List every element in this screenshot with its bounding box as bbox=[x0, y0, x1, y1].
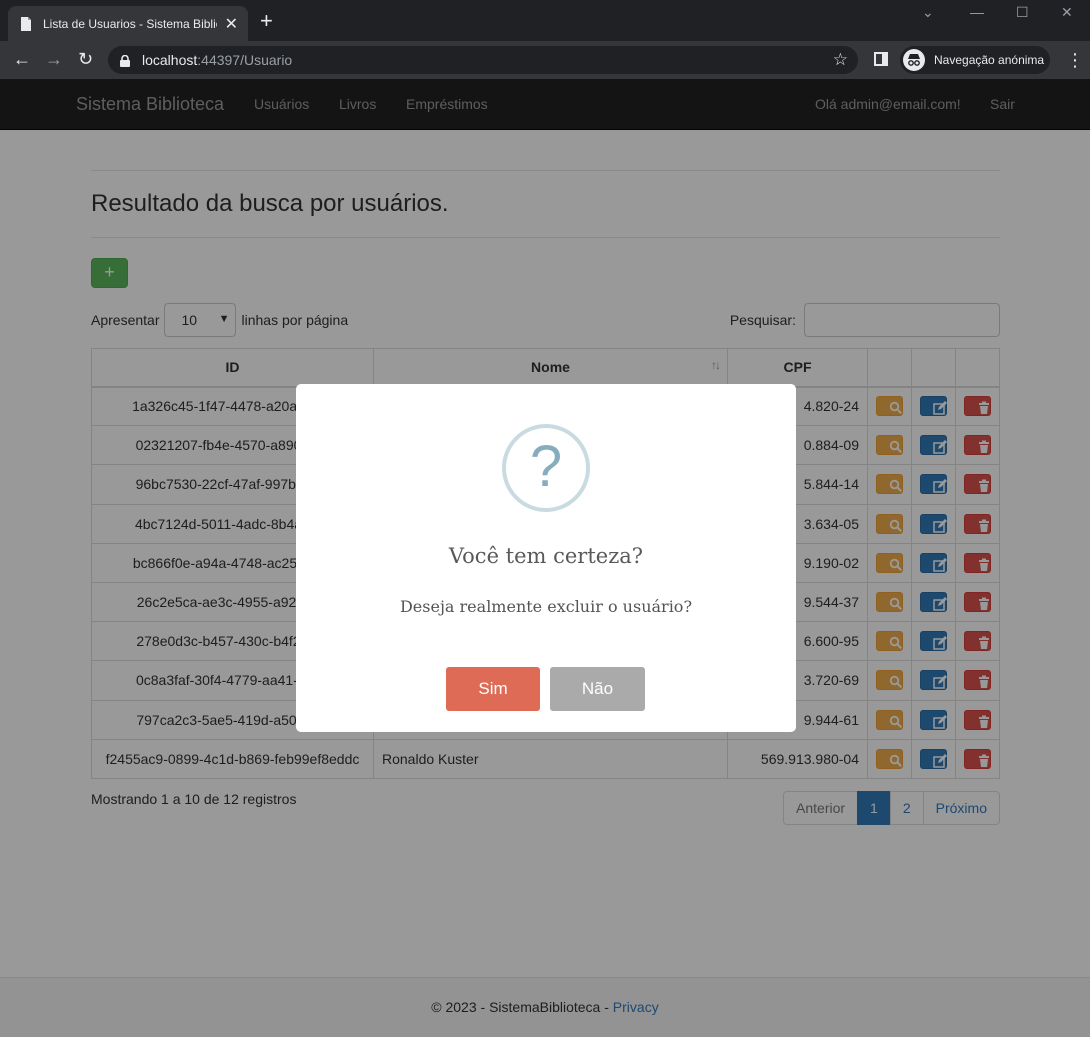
incognito-icon bbox=[903, 49, 925, 71]
dialog-text: Deseja realmente excluir o usuário? bbox=[399, 597, 693, 616]
forward-icon[interactable]: → bbox=[45, 49, 63, 70]
reload-icon[interactable]: ↻ bbox=[78, 49, 93, 70]
confirm-dialog: ? Você tem certeza? Deseja realmente exc… bbox=[296, 384, 796, 732]
question-icon: ? bbox=[502, 424, 590, 512]
dialog-title: Você tem certeza? bbox=[448, 544, 644, 568]
lock-icon bbox=[120, 54, 130, 67]
browser-menu-icon[interactable]: ⋮ bbox=[1066, 50, 1084, 71]
tab-title: Lista de Usuarios - Sistema Biblio bbox=[43, 16, 217, 31]
back-icon[interactable]: ← bbox=[13, 49, 31, 70]
maximize-icon[interactable]: ☐ bbox=[1016, 4, 1029, 21]
close-window-icon[interactable]: ✕ bbox=[1061, 4, 1073, 21]
confirm-button[interactable]: Sim bbox=[446, 667, 540, 711]
bookmark-star-icon[interactable]: ☆ bbox=[833, 50, 848, 70]
tab-search-icon[interactable]: ⌄ bbox=[922, 4, 934, 21]
new-tab-button[interactable]: + bbox=[260, 10, 273, 32]
url-path: :44397/Usuario bbox=[197, 52, 293, 68]
minimize-icon[interactable]: — bbox=[970, 4, 984, 20]
browser-tabbar: Lista de Usuarios - Sistema Biblio ✕ + ⌄… bbox=[0, 0, 1090, 41]
url-host: localhost bbox=[142, 52, 198, 68]
browser-tab[interactable]: Lista de Usuarios - Sistema Biblio ✕ bbox=[8, 6, 248, 41]
page-icon bbox=[18, 16, 34, 32]
incognito-badge[interactable]: Navegação anónima bbox=[900, 46, 1050, 74]
side-panel-icon[interactable] bbox=[874, 52, 888, 66]
browser-toolbar: ← → ↻ localhost:44397/Usuario ☆ Navegaçã… bbox=[0, 41, 1090, 79]
incognito-label: Navegação anónima bbox=[934, 53, 1045, 67]
cancel-button[interactable]: Não bbox=[550, 667, 645, 711]
address-bar[interactable]: localhost:44397/Usuario ☆ bbox=[108, 46, 858, 74]
close-tab-icon[interactable]: ✕ bbox=[225, 14, 238, 34]
